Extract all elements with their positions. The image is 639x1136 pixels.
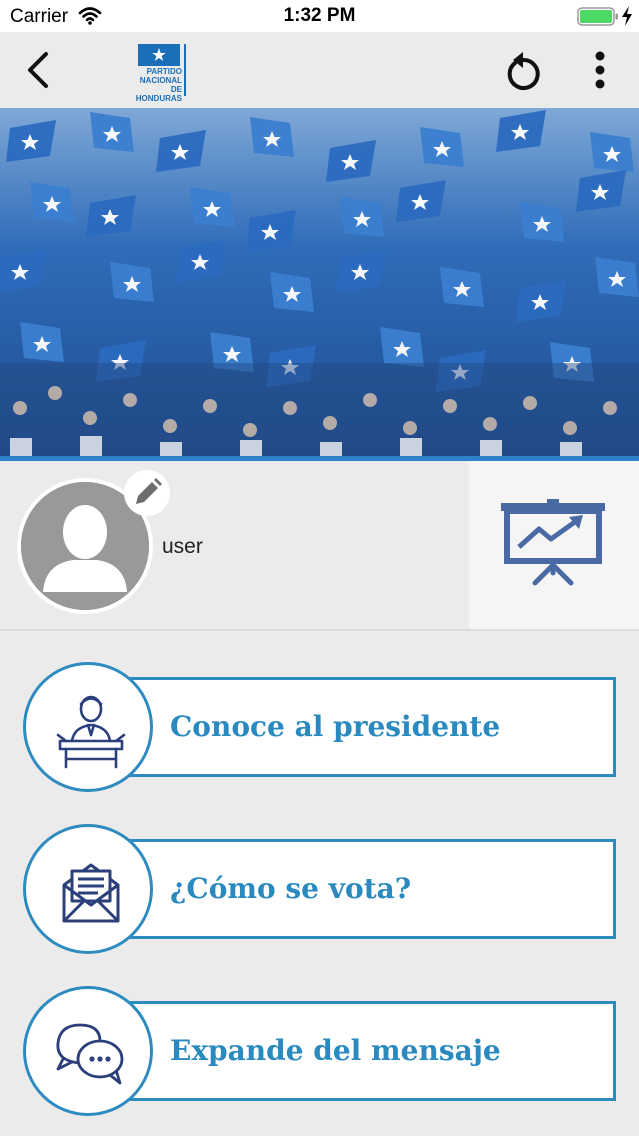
nav-bar: PARTIDO NACIONAL DE HONDURAS — [0, 32, 639, 108]
battery-icon — [577, 7, 619, 32]
president-podium-icon — [56, 695, 126, 769]
logo-flag — [138, 44, 180, 66]
section-divider — [0, 629, 639, 631]
menu-icon-circle — [23, 986, 153, 1116]
edit-profile-button[interactable] — [124, 470, 170, 516]
banner-image — [0, 108, 639, 456]
status-time: 1:32 PM — [283, 5, 356, 26]
menu-item-president[interactable]: Conoce al presidente — [23, 662, 616, 792]
back-button[interactable] — [20, 50, 60, 90]
username-label: user — [162, 535, 203, 558]
profile-section: user — [0, 461, 469, 629]
pencil-icon — [136, 478, 162, 504]
menu-icon-circle — [23, 662, 153, 792]
more-options-button[interactable] — [586, 48, 614, 92]
presentation-chart-icon — [501, 499, 605, 586]
chevron-left-icon — [28, 52, 48, 88]
envelope-letter-icon — [62, 863, 120, 923]
chat-bubbles-icon — [56, 1023, 124, 1085]
more-vertical-icon — [595, 51, 605, 89]
charging-bolt-icon — [621, 6, 633, 31]
logo-divider — [184, 44, 186, 96]
refresh-icon — [507, 52, 540, 90]
status-bar: Carrier 1:32 PM — [0, 0, 639, 32]
logo-line-2: NACIONAL — [139, 76, 182, 85]
menu-label: Conoce al presidente — [170, 710, 501, 743]
flags-crowd-illustration — [0, 108, 639, 456]
menu-icon-circle — [23, 824, 153, 954]
stats-button[interactable] — [469, 461, 639, 629]
app-screen: Carrier 1:32 PM PARTIDO NACIONAL DE HOND… — [0, 0, 639, 1136]
logo-line-3: DE HONDURAS — [135, 85, 182, 103]
menu-item-how-to-vote[interactable]: ¿Cómo se vota? — [23, 824, 616, 954]
menu-label: Expande del mensaje — [170, 1034, 501, 1067]
menu-label: ¿Cómo se vota? — [170, 872, 412, 905]
menu-item-spread-message[interactable]: Expande del mensaje — [23, 986, 616, 1116]
logo-line-1: PARTIDO — [146, 67, 182, 76]
party-logo: PARTIDO NACIONAL DE HONDURAS — [132, 44, 188, 103]
refresh-button[interactable] — [501, 50, 545, 92]
logo-text: PARTIDO NACIONAL DE HONDURAS — [132, 67, 182, 103]
